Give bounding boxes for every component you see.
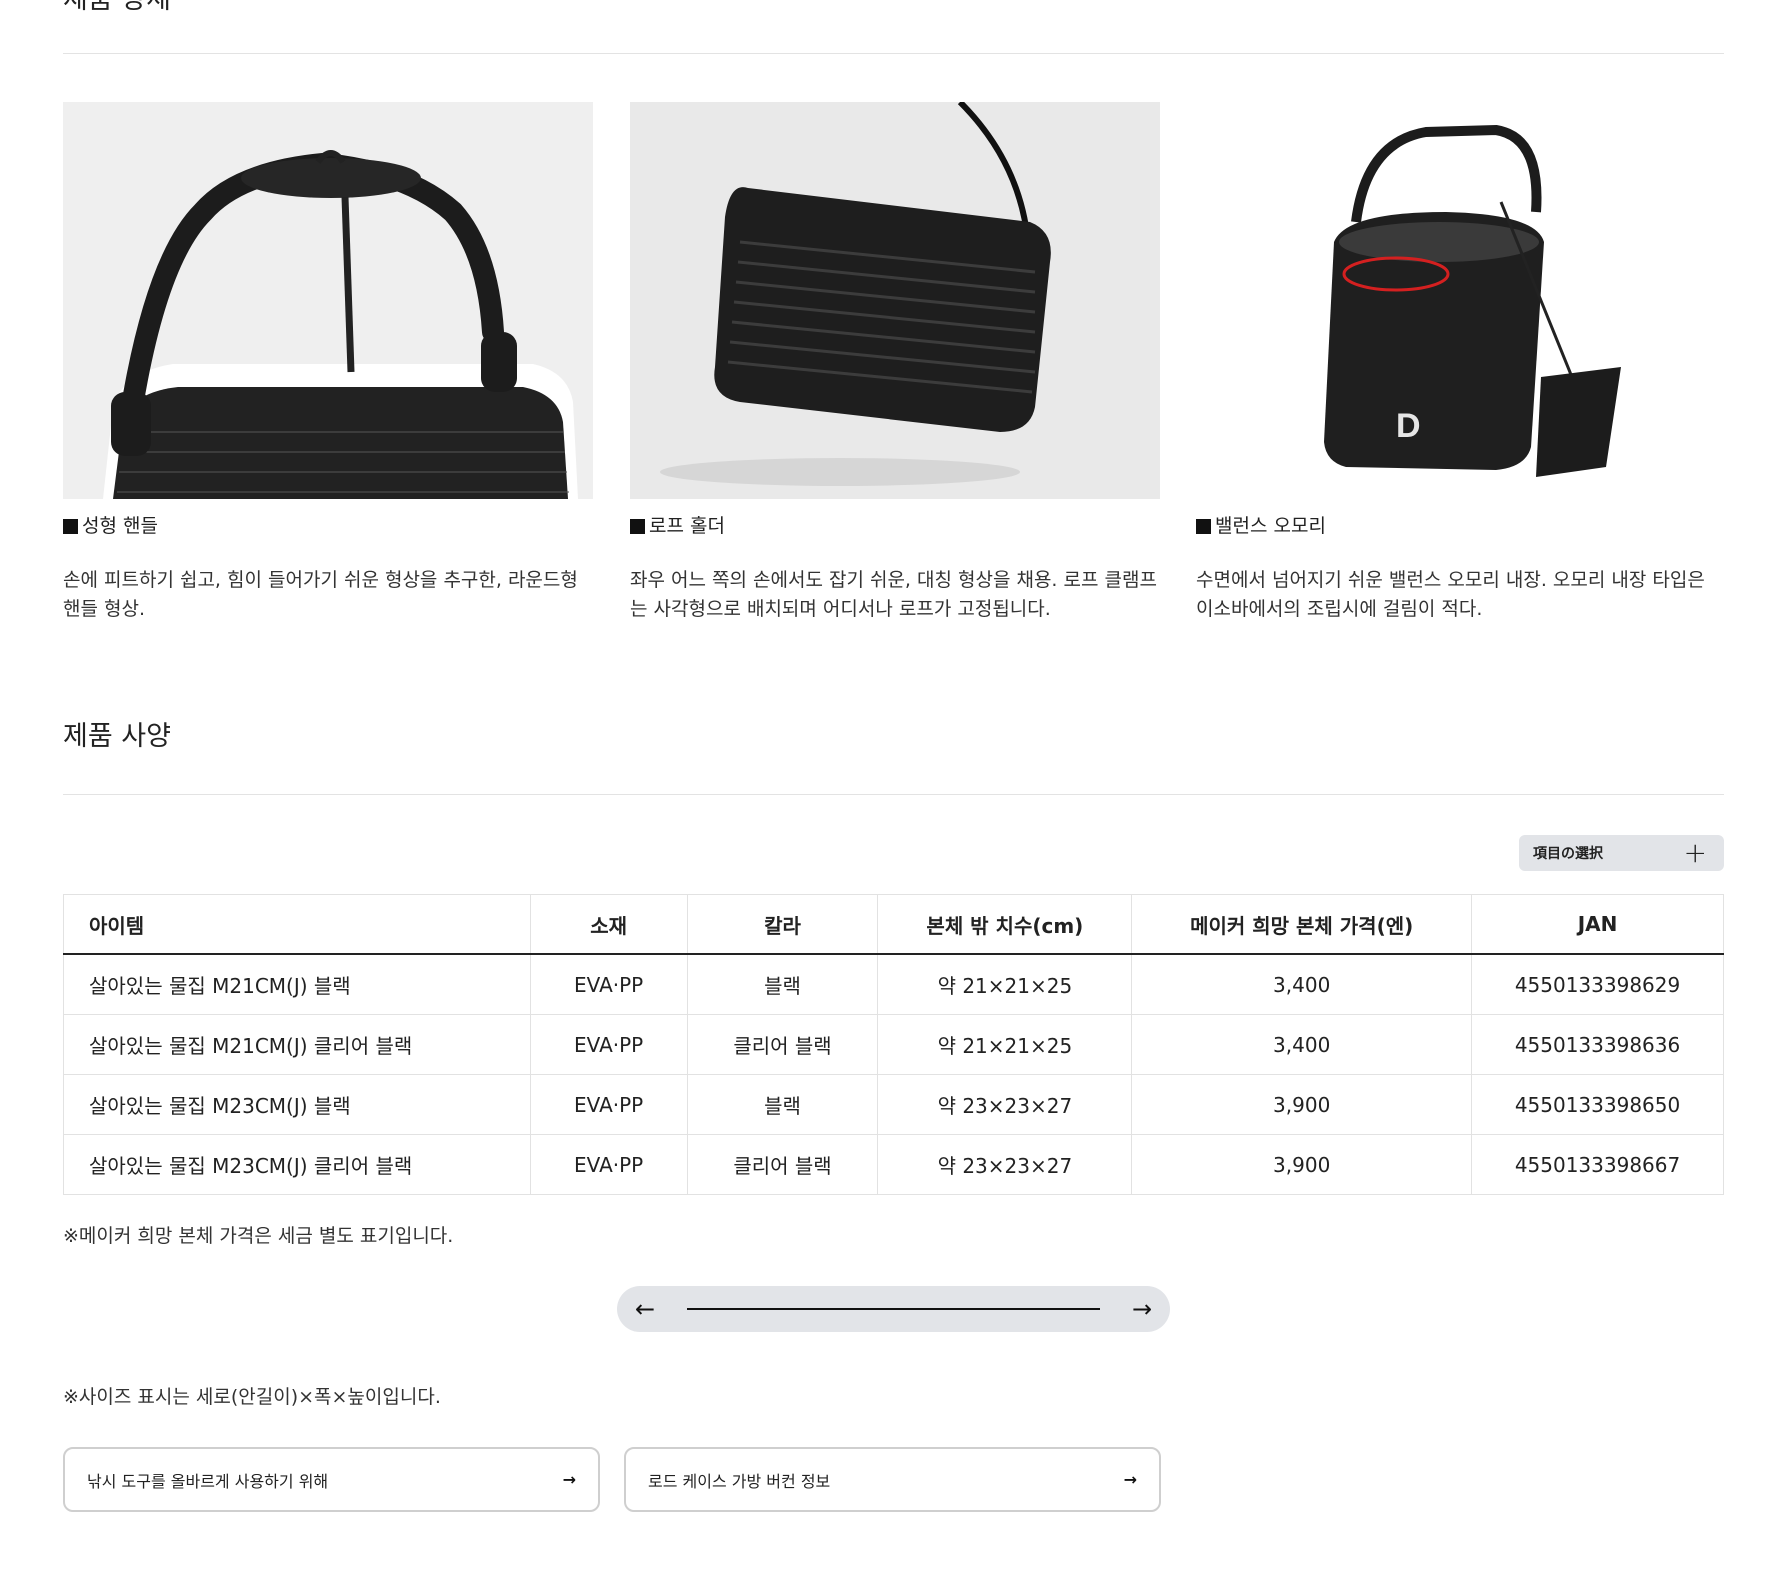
table-scroller[interactable]: ← → [617, 1286, 1170, 1332]
scroll-track[interactable] [687, 1308, 1100, 1310]
cell-price: 3,400 [1131, 953, 1473, 1015]
link-button-proper-use[interactable]: 낚시 도구를 올바르게 사용하기 위해 → [63, 1447, 600, 1512]
cell-price: 3,900 [1131, 1074, 1473, 1135]
cell-item: 살아있는 물집 M23CM(J) 클리어 블랙 [63, 1134, 531, 1195]
handle-photo [63, 102, 593, 499]
page: 제품 장세 성형 핸들 손에 피트하기 쉽고, 힘이 들어가기 쉬운 형상 [0, 0, 1787, 1574]
cell-material: EVA·PP [529, 953, 688, 1015]
feature-description: 손에 피트하기 쉽고, 힘이 들어가기 쉬운 형상을 추구한, 라운드형 핸들 … [63, 569, 578, 620]
bucket-illustration: D [1196, 102, 1726, 499]
cell-color: 블랙 [686, 1074, 879, 1135]
section-title-spec: 제품 사양 [63, 721, 171, 752]
table-row: 살아있는 물집 M23CM(J) 클리어 블랙 EVA·PP 클리어 블랙 약 … [63, 1134, 1724, 1195]
price-note: ※메이커 희망 본체 가격은 세금 별도 표기입니다. [63, 1225, 454, 1247]
table-row: 살아있는 물집 M21CM(J) 블랙 EVA·PP 블랙 약 21×21×25… [63, 953, 1724, 1015]
square-bullet-icon [1196, 518, 1211, 534]
rope-holder-illustration [630, 102, 1160, 499]
arrow-right-icon: → [1123, 1470, 1137, 1489]
arrow-left-icon[interactable]: ← [625, 1286, 665, 1332]
column-header: 아이템 [63, 894, 531, 955]
table-row: 살아있는 물집 M23CM(J) 블랙 EVA·PP 블랙 약 23×23×27… [63, 1074, 1724, 1135]
arrow-right-icon[interactable]: → [1122, 1286, 1162, 1332]
column-header: JAN [1471, 894, 1724, 955]
feature-caption: 밸런스 오모리 [1196, 514, 1726, 538]
column-header: 소재 [529, 894, 688, 955]
cell-color: 클리어 블랙 [686, 1134, 879, 1195]
cell-jan: 4550133398667 [1471, 1134, 1724, 1195]
link-button-rod-case-info[interactable]: 로드 케이스 가방 버컨 정보 → [624, 1447, 1161, 1512]
cell-price: 3,900 [1131, 1134, 1473, 1195]
table-row: 살아있는 물집 M21CM(J) 클리어 블랙 EVA·PP 클리어 블랙 약 … [63, 1014, 1724, 1075]
column-header: 칼라 [686, 894, 879, 955]
select-columns-button[interactable]: 項目の選択 + [1519, 835, 1724, 871]
cell-material: EVA·PP [529, 1014, 688, 1075]
arrow-right-icon: → [562, 1470, 576, 1489]
section-title-features: 제품 장세 [63, 0, 171, 18]
cell-size: 약 21×21×25 [877, 953, 1133, 1015]
cell-jan: 4550133398636 [1471, 1014, 1724, 1075]
cell-item: 살아있는 물집 M23CM(J) 블랙 [63, 1074, 531, 1135]
bucket-photo: D [1196, 102, 1726, 499]
size-note: ※사이즈 표시는 세로(안길이)×폭×높이입니다. [63, 1386, 441, 1408]
rope-holder-photo [630, 102, 1160, 499]
cell-size: 약 23×23×27 [877, 1134, 1133, 1195]
cell-jan: 4550133398650 [1471, 1074, 1724, 1135]
feature-card-balance-weight: D 밸런스 오모리 수면에서 넘어지기 쉬운 밸런스 오모리 내장. 오모리 내… [1196, 102, 1726, 624]
feature-card-rope-holder: 로프 홀더 좌우 어느 쪽의 손에서도 잡기 쉬운, 대칭 형상을 채용. 로프… [630, 102, 1160, 624]
divider [63, 53, 1724, 54]
cell-material: EVA·PP [529, 1074, 688, 1135]
divider [63, 794, 1724, 795]
feature-caption: 성형 핸들 [63, 514, 593, 538]
column-header: 메이커 희망 본체 가격(엔) [1131, 894, 1473, 955]
feature-description: 좌우 어느 쪽의 손에서도 잡기 쉬운, 대칭 형상을 채용. 로프 클램프는 … [630, 569, 1157, 620]
cell-color: 클리어 블랙 [686, 1014, 879, 1075]
cell-item: 살아있는 물집 M21CM(J) 클리어 블랙 [63, 1014, 531, 1075]
svg-text:D: D [1396, 407, 1421, 445]
feature-card-handle: 성형 핸들 손에 피트하기 쉽고, 힘이 들어가기 쉬운 형상을 추구한, 라운… [63, 102, 593, 624]
cell-item: 살아있는 물집 M21CM(J) 블랙 [63, 953, 531, 1015]
cell-jan: 4550133398629 [1471, 953, 1724, 1015]
cell-material: EVA·PP [529, 1134, 688, 1195]
cell-size: 약 21×21×25 [877, 1014, 1133, 1075]
cell-price: 3,400 [1131, 1014, 1473, 1075]
spec-table: 아이템 소재 칼라 본체 밖 치수(cm) 메이커 희망 본체 가격(엔) JA… [63, 894, 1724, 1195]
table-header-row: 아이템 소재 칼라 본체 밖 치수(cm) 메이커 희망 본체 가격(엔) JA… [63, 894, 1724, 955]
handle-illustration [63, 102, 593, 499]
square-bullet-icon [63, 518, 78, 534]
plus-icon: + [1683, 836, 1707, 869]
cell-color: 블랙 [686, 953, 879, 1015]
feature-caption: 로프 홀더 [630, 514, 1160, 538]
cell-size: 약 23×23×27 [877, 1074, 1133, 1135]
column-header: 본체 밖 치수(cm) [877, 894, 1133, 955]
square-bullet-icon [630, 518, 645, 534]
feature-description: 수면에서 넘어지기 쉬운 밸런스 오모리 내장. 오모리 내장 타입은 이소바에… [1196, 569, 1705, 620]
